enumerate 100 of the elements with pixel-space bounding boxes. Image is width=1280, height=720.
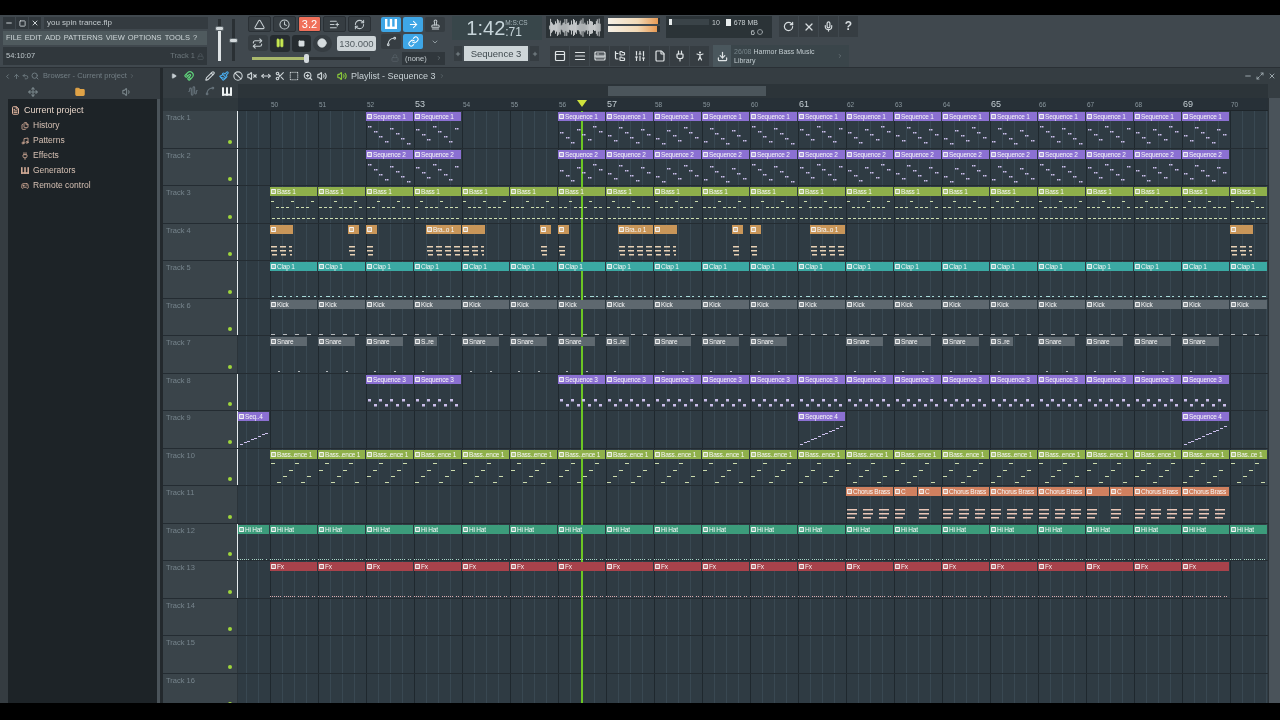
- ban-icon: [232, 71, 243, 81]
- window-button[interactable]: [630, 46, 649, 66]
- tree-item[interactable]: History: [8, 118, 157, 133]
- track-led-icon[interactable]: [228, 552, 232, 556]
- close-button[interactable]: [29, 17, 41, 29]
- pattern-icon: [559, 301, 564, 307]
- tree-item[interactable]: Current project: [8, 103, 157, 118]
- pattern-icon: [943, 526, 948, 532]
- pattern-icon: [811, 226, 816, 232]
- pattern-icon: [1039, 564, 1044, 569]
- track-led-icon[interactable]: [228, 477, 232, 481]
- tool-button[interactable]: [274, 70, 285, 82]
- track-led-icon[interactable]: [228, 252, 232, 256]
- pattern-icon: [895, 526, 900, 532]
- pattern-icon: [847, 339, 852, 344]
- pattern-icon: [943, 564, 948, 569]
- minimize-button[interactable]: [3, 17, 15, 29]
- pattern-icon: [239, 414, 244, 419]
- track-led-icon[interactable]: [228, 214, 232, 219]
- search-icon[interactable]: [31, 72, 39, 80]
- pattern-icon: [991, 189, 996, 194]
- browser-tab[interactable]: [26, 85, 41, 98]
- cut-button[interactable]: [799, 16, 818, 37]
- scissors-icon: [274, 71, 285, 81]
- play-icon[interactable]: [171, 73, 177, 79]
- reset-button[interactable]: [779, 16, 798, 37]
- restore-button[interactable]: [16, 17, 28, 29]
- bar-number: 61: [799, 99, 809, 109]
- loop-record-button[interactable]: [348, 16, 371, 32]
- music-note-icon: [21, 136, 29, 145]
- track-led-icon[interactable]: [228, 589, 232, 594]
- maximize-icon[interactable]: [1256, 72, 1264, 80]
- tempo-field[interactable]: 130.000: [336, 35, 376, 51]
- clip-filter-button[interactable]: [221, 85, 232, 97]
- track-led-icon[interactable]: [228, 627, 232, 631]
- countdown-button[interactable]: 3.2: [298, 16, 321, 32]
- track-led-icon[interactable]: [228, 402, 232, 406]
- track-led-icon[interactable]: [228, 514, 232, 519]
- window-button[interactable]: [610, 46, 629, 66]
- clip-filter-button[interactable]: [187, 85, 198, 97]
- pattern-icon: [559, 376, 564, 382]
- pattern-clip[interactable]: [1086, 487, 1109, 522]
- song-mode-button[interactable]: [248, 35, 268, 51]
- window-button[interactable]: [570, 46, 589, 66]
- tool-button[interactable]: [232, 70, 243, 82]
- pattern-selector-field[interactable]: Sequence 3: [464, 46, 528, 61]
- microphone-button[interactable]: [819, 16, 838, 37]
- magnet-button[interactable]: [183, 70, 194, 82]
- piano-keys-button[interactable]: [381, 16, 401, 32]
- tree-item[interactable]: Generators: [8, 163, 157, 178]
- clock-icon: [279, 18, 290, 30]
- position-slider-track[interactable]: [252, 57, 370, 60]
- tool-button[interactable]: [218, 70, 229, 82]
- master-volume-slider[interactable]: [218, 19, 221, 61]
- metronome-button[interactable]: [248, 16, 271, 32]
- stamp-button[interactable]: [425, 16, 445, 32]
- tool-button[interactable]: [316, 70, 327, 82]
- stop-button[interactable]: [292, 34, 311, 52]
- window-button[interactable]: [590, 46, 609, 66]
- track-led-icon[interactable]: [228, 327, 232, 331]
- close-icon[interactable]: [1268, 72, 1276, 80]
- window-button[interactable]: [670, 46, 689, 66]
- slider-thumb[interactable]: [229, 37, 238, 43]
- record-button[interactable]: [313, 34, 332, 52]
- pattern-icon: [271, 264, 276, 269]
- curve-button[interactable]: [381, 34, 401, 49]
- tool-button[interactable]: [204, 70, 215, 82]
- track-led-icon[interactable]: [228, 364, 232, 369]
- triangle-marker-icon[interactable]: [577, 100, 587, 107]
- tree-item[interactable]: Remote control: [8, 178, 157, 193]
- overdub-button[interactable]: [323, 16, 346, 32]
- window-button[interactable]: [650, 46, 669, 66]
- slider-thumb[interactable]: [215, 26, 224, 32]
- play-pause-button[interactable]: [269, 34, 291, 52]
- pattern-icon: [511, 264, 516, 269]
- wait-button[interactable]: [273, 16, 296, 32]
- track-led-icon[interactable]: [228, 139, 232, 144]
- pattern-icon: [463, 264, 468, 269]
- track-led-icon[interactable]: [228, 664, 232, 669]
- window-button[interactable]: [690, 46, 709, 66]
- browser-tab[interactable]: [73, 85, 87, 98]
- tool-button[interactable]: [302, 70, 313, 82]
- slider-thumb[interactable]: [304, 54, 310, 63]
- tree-item[interactable]: Effects: [8, 148, 157, 163]
- pattern-icon: [463, 564, 468, 569]
- clip-filter-button[interactable]: [204, 85, 215, 97]
- pattern-icon: [559, 226, 564, 232]
- tool-button[interactable]: [288, 70, 299, 82]
- track-led-icon[interactable]: [228, 439, 232, 444]
- scrollbar-thumb[interactable]: [608, 86, 766, 96]
- bar-number: 65: [991, 99, 1001, 109]
- pattern-icon: [1231, 264, 1236, 269]
- tree-item[interactable]: Patterns: [8, 133, 157, 148]
- window-button[interactable]: [550, 46, 569, 66]
- track-led-icon[interactable]: [228, 177, 232, 181]
- track-led-icon[interactable]: [228, 289, 232, 294]
- help-button[interactable]: ?: [839, 16, 858, 37]
- tool-button[interactable]: [246, 70, 257, 82]
- arrow-button[interactable]: [403, 16, 423, 32]
- pattern-icon: [847, 264, 852, 269]
